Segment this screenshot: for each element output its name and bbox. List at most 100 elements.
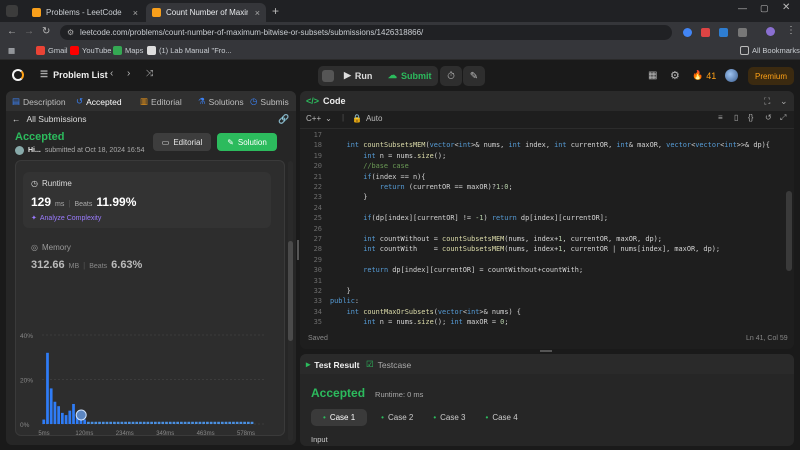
bookmark-icon[interactable]: ▯ <box>734 113 738 122</box>
chart-bar <box>220 421 224 424</box>
solution-button[interactable]: ✎ Solution <box>217 133 277 151</box>
memory-card[interactable]: ◎ Memory 312.66 MB | Beats 6.63% <box>23 237 271 281</box>
left-tabs: ▤ Description ↺ Accepted ▥ Editorial ⚗ Solut… <box>6 91 296 111</box>
close-tab-icon[interactable]: × <box>255 8 260 18</box>
extension-icon[interactable] <box>719 28 728 37</box>
close-window-icon[interactable]: ✕ <box>782 2 790 13</box>
run-button[interactable]: ▶ Run <box>344 70 372 81</box>
line-number: 32 <box>313 287 322 295</box>
fullscreen-icon[interactable]: ⤢ <box>780 113 786 123</box>
back-arrow-icon[interactable]: ← <box>7 26 17 37</box>
tab-label: Testcase <box>377 359 412 370</box>
tab-testcase[interactable]: ☑ Testcase <box>366 359 411 370</box>
code-editor[interactable]: 17 18 int countSubsetsMEM(vector<int>& nu… <box>300 129 784 329</box>
tab-editorial[interactable]: ▥ Editorial <box>140 96 182 107</box>
browser-tab-problems[interactable]: Problems - LeetCode × <box>26 3 144 22</box>
browser-tab-active[interactable]: Count Number of Maximum Bi × <box>146 3 266 22</box>
notes-icon[interactable]: ✎ <box>463 66 485 86</box>
prev-problem-icon[interactable]: ‹ <box>110 68 113 79</box>
bookmark-lab-manual[interactable]: (1) Lab Manual "Fro... <box>147 46 232 55</box>
editor-scrollbar[interactable] <box>786 191 792 271</box>
case-tab[interactable]: • Case 4 <box>480 409 524 426</box>
language-select[interactable]: C++ ⌄ <box>306 114 332 123</box>
reload-icon[interactable]: ↻ <box>42 26 50 37</box>
divider: | <box>68 199 71 208</box>
scroll-thumb[interactable] <box>288 241 293 341</box>
browser-tab-bar: Problems - LeetCode × Count Number of Ma… <box>0 0 800 22</box>
premium-button[interactable]: Premium <box>748 67 794 85</box>
minimize-icon[interactable]: — <box>738 3 747 13</box>
apps-icon[interactable]: ▦ <box>8 46 15 55</box>
braces-icon[interactable]: {} <box>748 113 753 122</box>
reset-icon[interactable]: ↺ <box>765 113 772 122</box>
runtime-card[interactable]: ◷ Runtime 129 ms | Beats 11.99% ✦ Analyze … <box>23 172 271 228</box>
avatar[interactable] <box>15 146 24 155</box>
chart-bar <box>113 421 116 424</box>
extensions-puzzle-icon[interactable] <box>738 28 747 37</box>
shuffle-icon[interactable]: ⤨ <box>146 68 153 79</box>
layout-icon[interactable]: ▦ <box>648 70 657 81</box>
editorial-button[interactable]: ▭ Editorial <box>153 133 211 151</box>
browser-menu-icon[interactable]: ⋮ <box>786 25 796 36</box>
bookmark-maps[interactable]: Maps <box>113 46 143 55</box>
case-tab[interactable]: • Case 2 <box>375 409 419 426</box>
tab-accepted[interactable]: ↺ Accepted <box>76 96 122 107</box>
extension-icon[interactable] <box>683 28 692 37</box>
maximize-icon[interactable]: ⛶ <box>764 96 770 107</box>
line-number: 29 <box>313 255 322 264</box>
site-info-icon[interactable]: ⚙ <box>67 25 74 40</box>
vertical-resize-handle[interactable] <box>540 350 552 352</box>
memory-beats: 6.63% <box>111 259 143 271</box>
line-number: 35 <box>313 318 322 327</box>
all-submissions-link[interactable]: ← All Submissions <box>12 114 87 124</box>
profile-avatar[interactable] <box>766 27 775 36</box>
chart-bar <box>139 421 142 424</box>
tab-search-icon[interactable] <box>6 5 18 17</box>
close-tab-icon[interactable]: × <box>133 8 138 18</box>
user-avatar[interactable] <box>725 69 738 82</box>
bookmark-gmail[interactable]: Gmail <box>36 46 68 55</box>
case-tab[interactable]: • Case 1 <box>311 409 368 426</box>
streak-counter[interactable]: 🔥 41 <box>692 70 716 81</box>
auto-mode-toggle[interactable]: 🔒 Auto <box>352 114 382 123</box>
tab-description[interactable]: ▤ Description <box>12 96 66 107</box>
extension-icon[interactable] <box>701 28 710 37</box>
runtime-values: 129 ms | Beats 11.99% <box>31 195 136 209</box>
chart-bar <box>87 421 90 424</box>
restore-icon[interactable]: ▢ <box>760 3 769 14</box>
tab-submissions[interactable]: ◷ Submis <box>250 96 289 107</box>
debug-icon[interactable] <box>322 70 334 82</box>
case-tab[interactable]: • Case 3 <box>427 409 471 426</box>
share-link-icon[interactable]: 🔗 <box>278 114 289 125</box>
analyze-complexity-link[interactable]: ✦ Analyze Complexity <box>31 214 101 223</box>
url-input[interactable]: ⚙ leetcode.com/problems/count-number-of-… <box>60 25 672 40</box>
new-tab-button[interactable]: + <box>272 4 279 18</box>
forward-arrow-icon[interactable]: → <box>24 26 34 37</box>
format-icon[interactable]: ≡ <box>718 113 723 122</box>
tab-test-result[interactable]: ▸ Test Result <box>306 359 359 370</box>
cloud-upload-icon: ☁ <box>388 70 397 80</box>
all-bookmarks[interactable]: All Bookmarks <box>740 46 800 55</box>
next-problem-icon[interactable]: › <box>127 68 130 79</box>
submission-status: Accepted <box>15 131 65 143</box>
leetcode-logo[interactable] <box>12 69 24 81</box>
dot-icon: • <box>323 413 326 422</box>
collapse-icon[interactable]: ⌄ <box>780 96 788 107</box>
tab-solutions[interactable]: ⚗ Solutions <box>198 96 244 107</box>
case-label: Case 3 <box>440 413 466 422</box>
left-scrollbar[interactable] <box>288 161 293 441</box>
stats-container: ◷ Runtime 129 ms | Beats 11.99% ✦ Analyze … <box>15 160 285 437</box>
panel-resize-handle[interactable] <box>297 240 299 260</box>
runtime-distribution-chart[interactable]: 40%20%0%5ms120ms234ms349ms463ms578ms5ms1… <box>16 291 284 437</box>
chart-bar <box>206 421 209 424</box>
submit-button[interactable]: ☁ Submit <box>388 70 432 81</box>
chart-bar <box>217 421 220 424</box>
problem-list-button[interactable]: ☰ Problem List <box>40 69 108 80</box>
settings-gear-icon[interactable]: ⚙ <box>670 69 680 82</box>
user-avatar-marker <box>75 409 87 421</box>
timer-icon[interactable]: ⏱ <box>440 66 462 86</box>
result-runtime: Runtime: 0 ms <box>375 390 424 399</box>
line-number: 20 <box>313 162 322 171</box>
username[interactable]: Hi... <box>28 147 41 154</box>
bookmark-youtube[interactable]: YouTube <box>70 46 111 55</box>
